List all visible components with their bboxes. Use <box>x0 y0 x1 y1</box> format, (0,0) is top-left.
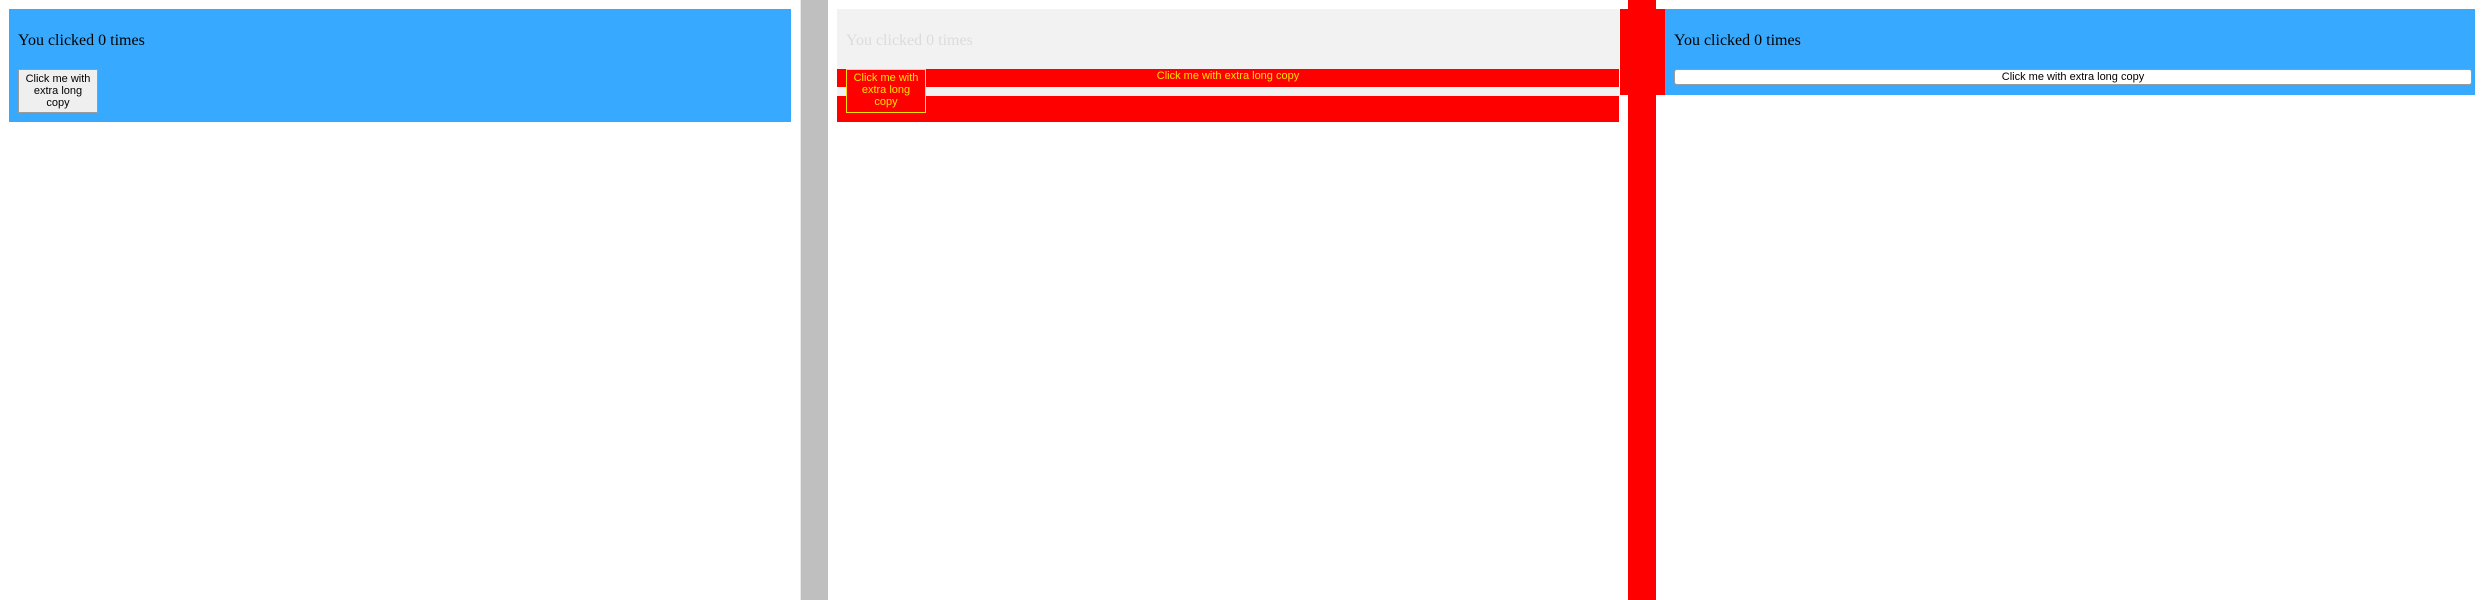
diff-narrow-button: Click me with extra long copy <box>846 69 926 113</box>
current-panel: You clicked 0 times Click me with extra … <box>1656 0 2484 600</box>
counter-text-current: You clicked 0 times <box>1674 32 1801 49</box>
diff-divider <box>1628 0 1656 600</box>
panel-divider <box>800 0 828 600</box>
counter-card <box>9 9 791 122</box>
diff-counter-text: You clicked 0 times <box>846 32 973 49</box>
counter-text: You clicked 0 times <box>18 32 145 49</box>
diff-panel: You clicked 0 times Click me with extra … <box>828 0 1628 600</box>
diff-divider-notch-right <box>1656 9 1665 95</box>
click-me-button[interactable]: Click me with extra long copy <box>18 69 98 113</box>
click-me-button-current[interactable]: Click me with extra long copy <box>1674 69 2472 85</box>
visual-diff-view: You clicked 0 times Click me with extra … <box>0 0 2484 600</box>
diff-highlight-bar: Click me with extra long copy <box>837 69 1619 87</box>
diff-divider-notch-left <box>1620 9 1628 95</box>
baseline-panel: You clicked 0 times Click me with extra … <box>0 0 800 600</box>
diff-wide-button-label: Click me with extra long copy <box>1156 70 1300 82</box>
diff-highlight-bar-lower <box>837 96 1619 122</box>
